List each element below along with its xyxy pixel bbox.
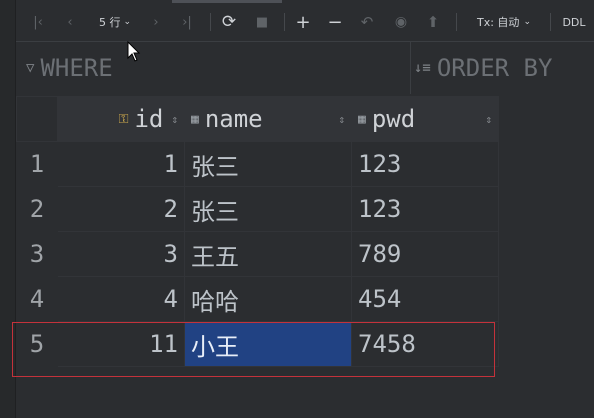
id-cell[interactable]: 3 [57, 231, 185, 277]
stop-icon[interactable]: ■ [252, 11, 272, 33]
ddl-button[interactable]: DDL [560, 11, 588, 33]
sort-toggle-icon[interactable]: ⇕ [338, 113, 345, 126]
transaction-mode-dropdown[interactable]: Tx: 自动 ⌄ [468, 11, 540, 33]
where-filter[interactable]: ▽ WHERE [26, 54, 113, 82]
filter-icon: ▽ [26, 60, 35, 76]
sort-icon: ↓≡ [414, 60, 431, 76]
column-header-label: pwd [371, 105, 416, 133]
id-cell[interactable]: 2 [57, 186, 185, 232]
row-number[interactable]: 5 [16, 321, 58, 367]
column-icon: ▦ [358, 111, 366, 127]
order-by-label: ORDER BY [436, 54, 553, 82]
id-cell[interactable]: 4 [57, 276, 185, 322]
pwd-cell[interactable]: 7458 [351, 321, 499, 367]
name-cell[interactable]: 张三 [184, 141, 352, 187]
mouse-cursor-icon [127, 41, 141, 62]
pwd-cell[interactable]: 123 [351, 186, 499, 232]
sort-toggle-icon[interactable]: ⇕ [485, 113, 492, 126]
row-count-label: 5 行 [98, 16, 121, 29]
prev-page-icon[interactable]: ‹ [60, 11, 80, 33]
primary-key-column-icon: ⚿ [118, 111, 129, 127]
toolbar-separator [456, 13, 457, 31]
refresh-icon[interactable]: ⟳ [218, 11, 240, 33]
revert-icon[interactable]: ↶ [356, 11, 378, 33]
header-row: ⚿ id ⇕ ▦ name ⇕ ▦ pwd ⇕ [16, 96, 499, 142]
sort-toggle-icon[interactable]: ⇕ [171, 113, 178, 126]
first-page-icon[interactable]: |‹ [28, 11, 48, 33]
delete-row-icon[interactable]: − [324, 11, 346, 33]
table-row: 5 11 小王 7458 [16, 321, 499, 367]
name-cell[interactable]: 王五 [184, 231, 352, 277]
filter-divider [410, 42, 411, 94]
filter-bar: ▽ WHERE ↓≡ ORDER BY [16, 42, 594, 94]
order-by-filter[interactable]: ↓≡ ORDER BY [414, 54, 552, 82]
pwd-cell[interactable]: 454 [351, 276, 499, 322]
row-number[interactable]: 3 [16, 231, 58, 277]
preview-changes-icon[interactable]: ◉ [390, 11, 412, 33]
table-row: 4 4 哈哈 454 [16, 276, 499, 322]
table-row: 2 2 张三 123 [16, 186, 499, 232]
column-header-pwd[interactable]: ▦ pwd ⇕ [351, 96, 499, 142]
corner-cell [16, 96, 58, 142]
toolbar-separator [210, 13, 211, 31]
table-row: 3 3 王五 789 [16, 231, 499, 277]
name-cell-selected[interactable]: 小王 [184, 321, 352, 367]
chevron-down-icon: ⌄ [523, 17, 531, 27]
column-icon: ▦ [191, 111, 199, 127]
column-header-label: name [204, 105, 263, 133]
toolbar-separator [284, 13, 285, 31]
column-header-name[interactable]: ▦ name ⇕ [184, 96, 352, 142]
row-number[interactable]: 2 [16, 186, 58, 232]
id-cell[interactable]: 1 [57, 141, 185, 187]
left-gutter [0, 0, 16, 418]
grid-toolbar: |‹ ‹ 5 行 ⌄ › ›| ⟳ ■ + − ↶ ◉ ⬆ Tx: 自动 ⌄ D… [16, 3, 594, 42]
next-page-icon[interactable]: › [146, 11, 166, 33]
pwd-cell[interactable]: 789 [351, 231, 499, 277]
column-header-id[interactable]: ⚿ id ⇕ [57, 96, 185, 142]
pwd-cell[interactable]: 123 [351, 141, 499, 187]
row-number[interactable]: 1 [16, 141, 58, 187]
row-count-dropdown[interactable]: 5 行 ⌄ [90, 11, 140, 33]
chevron-down-icon: ⌄ [123, 17, 132, 27]
id-cell[interactable]: 11 [57, 321, 185, 367]
name-cell[interactable]: 哈哈 [184, 276, 352, 322]
result-grid: ⚿ id ⇕ ▦ name ⇕ ▦ pwd ⇕ 1 1 张三 123 2 2 张… [16, 96, 499, 367]
where-label: WHERE [40, 54, 113, 82]
last-page-icon[interactable]: ›| [176, 11, 198, 33]
column-header-label: id [134, 105, 164, 133]
name-cell[interactable]: 张三 [184, 186, 352, 232]
table-row: 1 1 张三 123 [16, 141, 499, 187]
transaction-mode-label: Tx: 自动 [477, 16, 520, 29]
toolbar-separator [550, 13, 551, 31]
submit-icon[interactable]: ⬆ [422, 11, 444, 33]
row-number[interactable]: 4 [16, 276, 58, 322]
add-row-icon[interactable]: + [292, 11, 314, 33]
